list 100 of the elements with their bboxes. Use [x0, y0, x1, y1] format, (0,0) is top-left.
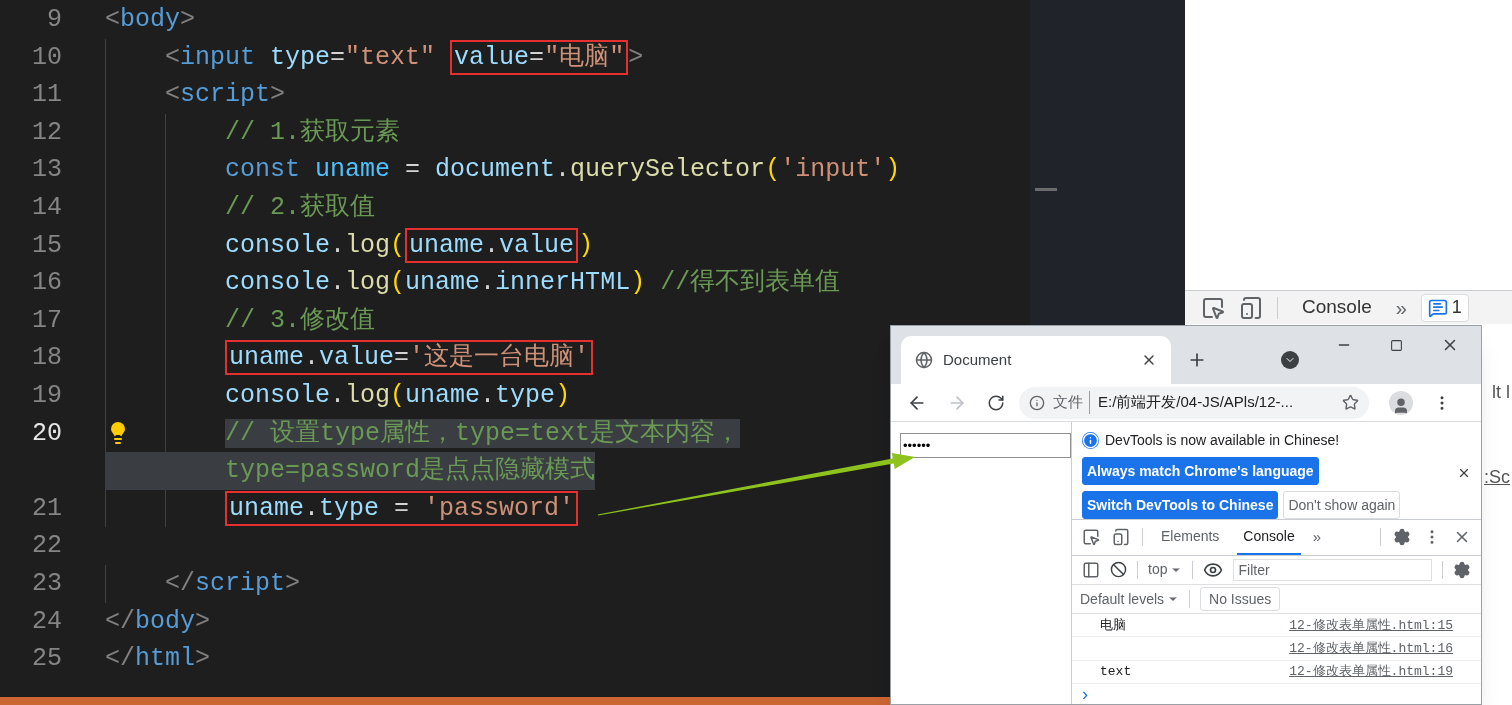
clear-console-icon[interactable]: [1110, 561, 1127, 579]
code-token: ): [555, 380, 571, 410]
code-token: >: [628, 42, 644, 72]
line-number: 20: [31, 417, 62, 450]
info-icon: [1082, 432, 1099, 449]
console-message: text: [1100, 663, 1132, 682]
console-settings-icon[interactable]: [1453, 560, 1471, 579]
close-notice-icon[interactable]: [1457, 466, 1471, 480]
inspect-icon[interactable]: [1082, 528, 1100, 547]
device-icon[interactable]: [1239, 295, 1263, 320]
url-text: E:/前端开发/04-JS/APls/12-...: [1098, 392, 1295, 413]
code-token: type=password是点点隐藏模式: [105, 452, 596, 490]
code-token: type: [495, 380, 556, 410]
notice-button[interactable]: Always match Chrome's language: [1082, 457, 1319, 485]
devtools-tab[interactable]: Console: [1237, 520, 1301, 555]
tab-search-button[interactable]: [1281, 351, 1299, 369]
code-token: input: [180, 42, 256, 72]
code-token: '这是一台电脑': [409, 343, 590, 373]
line-number: 19: [31, 379, 62, 412]
globe-icon: [915, 351, 933, 369]
line-number: 14: [31, 191, 62, 224]
code-token: value: [454, 42, 530, 72]
sidebar-icon[interactable]: [1082, 560, 1100, 579]
code-token: script: [180, 80, 271, 110]
code-token: // 设置type属性，type=text是文本内容，: [225, 418, 741, 448]
background-text: lt l: [1492, 381, 1510, 404]
code-token: ): [885, 155, 901, 185]
code-token: <: [165, 42, 180, 72]
browser-tab[interactable]: Document: [901, 336, 1171, 384]
star-icon[interactable]: [1342, 394, 1359, 411]
code-token: ): [578, 230, 594, 260]
line-number: 12: [31, 116, 62, 149]
code-token: =: [330, 42, 346, 72]
more-tabs[interactable]: »: [1395, 292, 1407, 323]
source-link[interactable]: 12-修改表单属性.html:19: [1289, 662, 1453, 682]
log-levels-dropdown[interactable]: Default levels: [1080, 588, 1180, 610]
line-number: 9: [46, 4, 62, 36]
notice-button[interactable]: Don't show again: [1283, 491, 1401, 519]
code-token: .: [480, 380, 496, 410]
code-token: .: [304, 343, 320, 373]
code-token: //得不到表单值: [659, 268, 841, 298]
inspect-icon[interactable]: [1201, 295, 1225, 320]
line-number: 24: [31, 605, 62, 638]
context-selector[interactable]: top: [1148, 559, 1183, 581]
code-token: script: [195, 568, 286, 598]
code-token: >: [180, 5, 196, 34]
issues-button[interactable]: No Issues: [1200, 587, 1281, 612]
line-number: 23: [31, 567, 62, 600]
code-token: =: [394, 343, 410, 373]
reload-icon[interactable]: [987, 393, 1005, 412]
console-prompt[interactable]: ›: [1072, 684, 1481, 704]
notice-button[interactable]: Switch DevTools to Chinese: [1082, 491, 1279, 519]
code-token: type: [319, 493, 380, 523]
line-number: 10: [31, 41, 62, 74]
code-token: type: [269, 42, 331, 72]
code-token: console: [225, 230, 331, 260]
code-token: >: [195, 644, 211, 674]
code-token: =: [529, 42, 545, 72]
filter-field[interactable]: Filter: [1233, 558, 1432, 581]
code-token: (: [390, 268, 406, 298]
maximize-icon[interactable]: [1390, 338, 1403, 352]
code-token: value: [499, 230, 575, 260]
settings-icon[interactable]: [1393, 528, 1411, 547]
source-link[interactable]: 12-修改表单属性.html:15: [1289, 615, 1453, 635]
code-token: querySelector: [570, 155, 766, 185]
more-tabs[interactable]: »: [1312, 526, 1322, 549]
issues-badge[interactable]: 1: [1420, 293, 1469, 322]
line-number: 18: [31, 342, 62, 375]
code-token: "text": [345, 42, 437, 72]
scheme-label: 文件: [1053, 391, 1090, 414]
code-token: uname: [405, 380, 481, 410]
code-token: (: [765, 155, 781, 185]
line-number: 17: [31, 304, 62, 337]
line-number: 25: [31, 643, 62, 676]
code-token: >: [195, 606, 211, 636]
code-token: =: [404, 155, 422, 185]
code-token: <: [165, 80, 180, 110]
devtools-tab[interactable]: Elements: [1155, 520, 1226, 555]
code-token: console: [225, 380, 331, 410]
code-token: // 3.修改值: [225, 305, 375, 335]
code-token: =: [393, 493, 411, 523]
code-token: </: [105, 606, 135, 636]
code-token: body: [120, 5, 181, 34]
background-link[interactable]: :Sc: [1484, 464, 1510, 491]
code-token: </: [165, 568, 195, 598]
device-icon[interactable]: [1112, 528, 1130, 547]
password-field[interactable]: ••••••: [900, 433, 1071, 458]
code-token: html: [135, 644, 196, 674]
profile-avatar[interactable]: [1389, 390, 1413, 415]
code-token: .: [304, 493, 320, 523]
line-number: 11: [31, 79, 62, 112]
address-bar[interactable]: 文件 E:/前端开发/04-JS/APls/12-...: [1019, 386, 1369, 419]
devtools-tab[interactable]: Console: [1292, 293, 1382, 322]
code-token: console: [225, 268, 331, 298]
code-token: log: [345, 230, 391, 260]
info-icon[interactable]: [1029, 394, 1045, 411]
code-token: >: [285, 568, 301, 598]
code-token: document: [435, 155, 556, 185]
line-number: 13: [31, 154, 62, 187]
source-link[interactable]: 12-修改表单属性.html:16: [1289, 638, 1453, 659]
